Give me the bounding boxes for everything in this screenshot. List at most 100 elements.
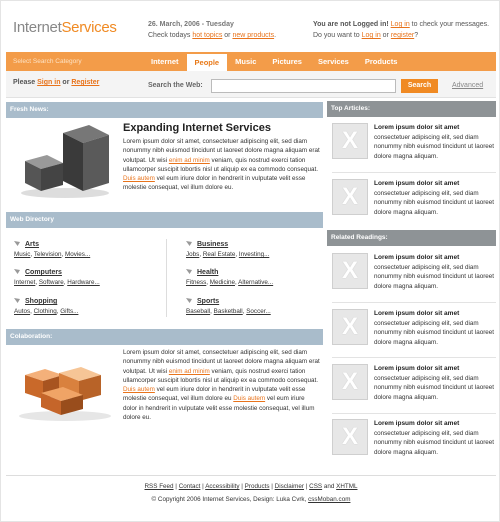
dir-link[interactable]: Baseball [186, 308, 210, 315]
article-title[interactable]: Lorem ipsum dolor sit amet [374, 180, 459, 187]
search-button[interactable]: Search [401, 79, 438, 93]
nav-item-services[interactable]: Services [310, 52, 357, 71]
footer-divider [6, 475, 496, 476]
collab-link-2[interactable]: Duis autem [123, 386, 155, 393]
collab-link-1[interactable]: enim ad minim [169, 368, 210, 375]
logo-part2: Services [61, 19, 117, 36]
signin-please: Please [13, 79, 38, 86]
hot-topics-link[interactable]: hot topics [192, 32, 222, 39]
login-qmark: ? [414, 32, 419, 39]
article-title[interactable]: Lorem ipsum dolor sit amet [374, 254, 459, 261]
footer-link-products[interactable]: Products [245, 483, 270, 490]
register-link[interactable]: register [391, 32, 414, 39]
login-or: or [380, 32, 391, 39]
register-link-bar[interactable]: Register [71, 79, 99, 86]
dir-health: Health Fitness, Medicine, Alternative... [186, 269, 273, 286]
footer-link-xhtml[interactable]: XHTML [336, 483, 357, 490]
article-divider [332, 413, 496, 414]
dir-arts: Arts Music, Television, Movies... [14, 241, 90, 258]
dir-link[interactable]: Real Estate [203, 251, 236, 258]
article-title[interactable]: Lorem ipsum dolor sit amet [374, 124, 459, 131]
top-article[interactable]: X Lorem ipsum dolor sit amet consectetue… [332, 123, 496, 165]
dir-link[interactable]: Hardware... [67, 279, 100, 286]
top-article[interactable]: X Lorem ipsum dolor sit amet consectetue… [332, 179, 496, 221]
article-desc: consectetuer adipiscing elit, sed diam n… [374, 264, 495, 290]
dir-shopping-title[interactable]: Shopping [14, 298, 78, 305]
dir-link[interactable]: Music [14, 251, 30, 258]
related-article[interactable]: X Lorem ipsum dolor sit amet consectetue… [332, 364, 496, 406]
dir-link[interactable]: Gifts... [60, 308, 78, 315]
nav-items: Internet People Music Pictures Services … [143, 52, 405, 71]
cube-cluster-orange-icon [19, 367, 111, 421]
date-or: or [222, 32, 233, 39]
fresh-link-2[interactable]: Duis autem [123, 175, 155, 182]
dir-link[interactable]: Soccer... [246, 308, 271, 315]
article-title[interactable]: Lorem ipsum dolor sit amet [374, 310, 459, 317]
date-check-text: Check todays [148, 32, 193, 39]
dir-link[interactable]: Fitness [186, 279, 206, 286]
dir-arts-title[interactable]: Arts [14, 241, 90, 248]
dir-health-title[interactable]: Health [186, 269, 273, 276]
related-article[interactable]: X Lorem ipsum dolor sit amet consectetue… [332, 419, 496, 461]
login-link-1[interactable]: Log in [391, 21, 410, 28]
footer-and: and [322, 483, 337, 490]
article-divider [332, 302, 496, 303]
placeholder-x-icon: X [332, 309, 368, 345]
dir-business-title[interactable]: Business [186, 241, 269, 248]
related-article[interactable]: X Lorem ipsum dolor sit amet consectetue… [332, 253, 496, 295]
dir-link[interactable]: Medicine [210, 279, 235, 286]
dir-link[interactable]: Autos [14, 308, 30, 315]
fresh-link-1[interactable]: enim ad minim [169, 157, 210, 164]
login-status: You are not Logged in! Log in to check y… [313, 19, 489, 41]
signin-or: or [60, 79, 72, 86]
dir-sports: Sports Baseball, Basketball, Soccer... [186, 298, 271, 315]
signin-link[interactable]: Sign in [37, 79, 60, 86]
dir-link[interactable]: Software [39, 279, 64, 286]
dir-link[interactable]: Basketball [214, 308, 243, 315]
nav-item-people[interactable]: People [186, 52, 228, 71]
article-desc: consectetuer adipiscing elit, sed diam n… [374, 320, 495, 346]
copyright-text: © Copyright 2006 Internet Services, Desi… [151, 496, 309, 503]
footer-link-contact[interactable]: Contact [179, 483, 201, 490]
footer-link-css[interactable]: CSS [309, 483, 322, 490]
search-category-select[interactable]: Select Search Category [13, 58, 82, 65]
dir-business: Business Jobs, Real Estate, Investing... [186, 241, 269, 258]
footer-link-accessibility[interactable]: Accessibility [205, 483, 239, 490]
dir-link[interactable]: Movies... [65, 251, 90, 258]
dir-shopping-subs: Autos, Clothing, Gifts... [14, 308, 79, 315]
logo-part1: Internet [13, 19, 62, 36]
site-logo[interactable]: InternetServices [13, 19, 117, 36]
article-title[interactable]: Lorem ipsum dolor sit amet [374, 365, 459, 372]
date-text: 26. March, 2006 - Tuesday [148, 21, 234, 28]
nav-item-internet[interactable]: Internet [143, 52, 187, 71]
new-products-link[interactable]: new products [232, 32, 274, 39]
dir-link[interactable]: Internet [14, 279, 35, 286]
nav-item-products[interactable]: Products [357, 52, 406, 71]
directory-divider [166, 239, 167, 317]
dir-link[interactable]: Television [34, 251, 62, 258]
article-desc: consectetuer adipiscing elit, sed diam n… [374, 430, 495, 456]
dir-sports-title[interactable]: Sports [186, 298, 271, 305]
search-bar: Please Sign in or Register Search the We… [6, 71, 496, 98]
search-input[interactable] [211, 79, 396, 93]
article-desc: consectetuer adipiscing elit, sed diam n… [374, 134, 495, 160]
footer-copyright: © Copyright 2006 Internet Services, Desi… [1, 496, 500, 503]
date-period: . [274, 32, 277, 39]
dir-link[interactable]: Investing... [239, 251, 269, 258]
article-title[interactable]: Lorem ipsum dolor sit amet [374, 420, 459, 427]
dir-link[interactable]: Alternative... [238, 279, 273, 286]
related-article[interactable]: X Lorem ipsum dolor sit amet consectetue… [332, 309, 496, 351]
footer-link-rss[interactable]: RSS Feed [145, 483, 174, 490]
login-link-2[interactable]: Log in [362, 32, 381, 39]
dir-link[interactable]: Jobs [186, 251, 199, 258]
placeholder-x-icon: X [332, 253, 368, 289]
advanced-search-link[interactable]: Advanced [452, 82, 483, 89]
fresh-news-text: Lorem ipsum dolor sit amet, consectetuer… [123, 137, 320, 193]
nav-item-music[interactable]: Music [227, 52, 264, 71]
footer-link-disclaimer[interactable]: Disclaimer [275, 483, 304, 490]
dir-computers-title[interactable]: Computers [14, 269, 100, 276]
footer-credit-link[interactable]: cssMoban.com [308, 496, 350, 503]
collab-link-3[interactable]: Duis autem [233, 395, 265, 402]
dir-link[interactable]: Clothing [34, 308, 57, 315]
nav-item-pictures[interactable]: Pictures [264, 52, 310, 71]
